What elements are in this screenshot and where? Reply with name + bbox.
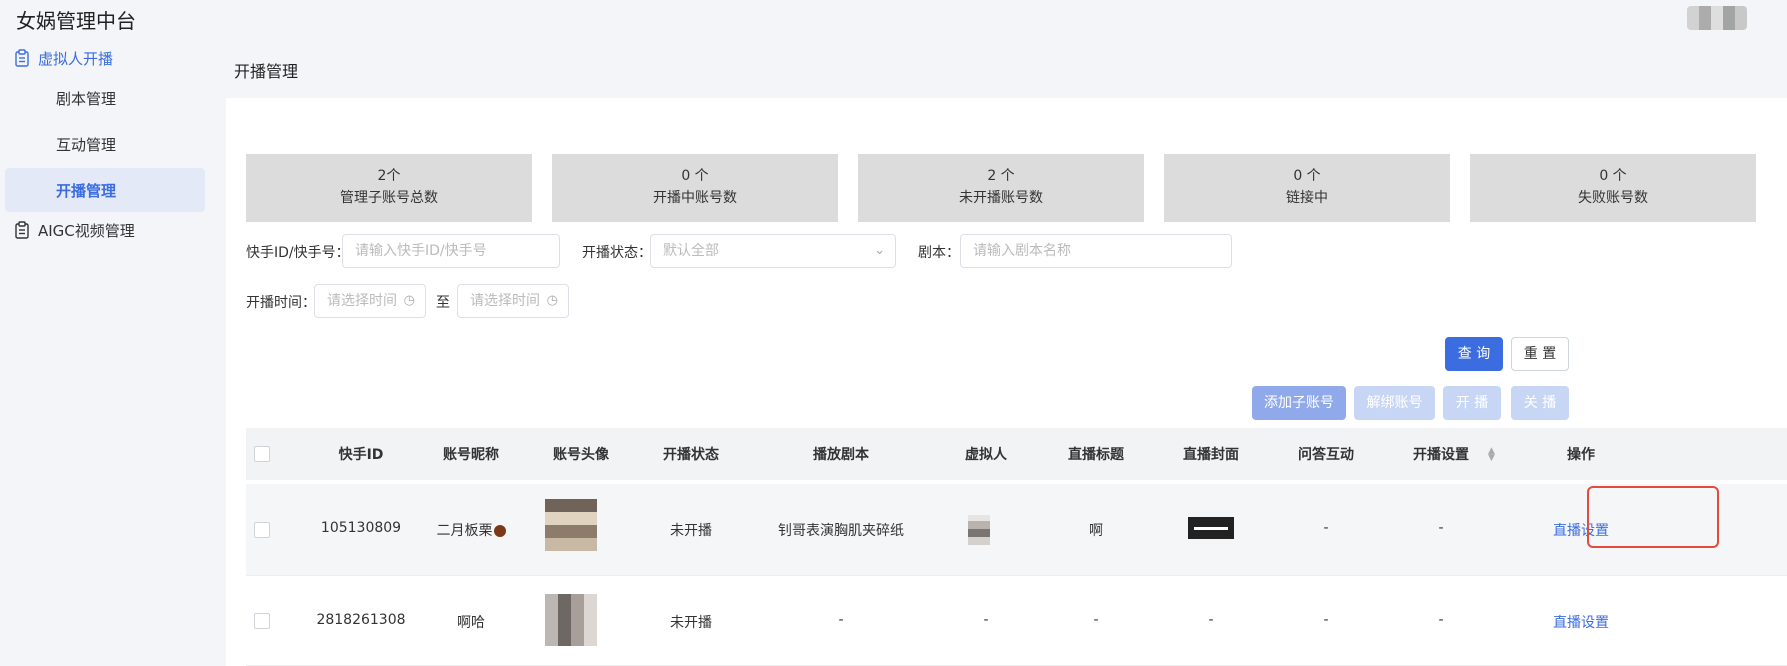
time-start-picker[interactable]: 请选择时间 ◷ xyxy=(314,284,426,318)
cell-live-title: 啊 xyxy=(1089,523,1103,539)
cell-kuaishou-id: 2818261308 xyxy=(316,612,406,628)
stat-card-failed: 0 个 失败账号数 xyxy=(1470,154,1756,222)
avatar xyxy=(545,594,597,646)
th-virtual-human: 虚拟人 xyxy=(965,447,1007,463)
th-qa: 问答互动 xyxy=(1298,447,1354,463)
table-row: 2818261308 啊哈 未开播 - - - - - - 直播设置 xyxy=(246,576,1787,666)
stat-label: 未开播账号数 xyxy=(959,190,1043,206)
stat-value: 0 个 xyxy=(1293,168,1321,184)
cell-live-status: 未开播 xyxy=(670,615,712,631)
stat-card-total: 2个 管理子账号总数 xyxy=(246,154,532,222)
stat-value: 0 个 xyxy=(1599,168,1627,184)
query-button[interactable]: 查 询 xyxy=(1445,337,1503,371)
cell-live-title: - xyxy=(1093,612,1099,628)
cell-live-status: 未开播 xyxy=(670,523,712,539)
chevron-down-icon: ⌄ xyxy=(874,243,885,258)
stat-card-live: 0 个 开播中账号数 xyxy=(552,154,838,222)
sort-icon[interactable]: ▲ ▼ xyxy=(1488,447,1495,463)
row-checkbox[interactable] xyxy=(254,613,270,629)
live-cover-thumb xyxy=(1188,517,1234,539)
cell-qa: - xyxy=(1323,612,1329,628)
live-settings-link[interactable]: 直播设置 xyxy=(1516,612,1646,632)
sidebar-group-aigc[interactable]: AIGC视频管理 xyxy=(14,208,135,252)
sidebar-group-virtual-live[interactable]: 虚拟人开播 xyxy=(14,36,113,80)
row-checkbox[interactable] xyxy=(254,522,270,538)
nickname-text: 二月板栗 xyxy=(436,523,493,539)
sidebar-item-label: 互动管理 xyxy=(56,135,117,154)
virtual-human-thumb xyxy=(968,515,990,545)
live-status-select[interactable]: 默认全部 ⌄ xyxy=(650,234,896,268)
sidebar-item-script[interactable]: 剧本管理 xyxy=(56,76,116,120)
cell-qa: - xyxy=(1323,520,1329,536)
kuaishou-id-input[interactable]: 请输入快手ID/快手号 xyxy=(342,234,560,268)
sidebar: 虚拟人开播 剧本管理 互动管理 开播管理 AIGC视频管理 xyxy=(0,40,210,666)
time-start-placeholder: 请选择时间 xyxy=(327,293,397,309)
sidebar-item-interaction[interactable]: 互动管理 xyxy=(56,122,116,166)
time-separator: 至 xyxy=(436,295,450,311)
filter-id-label: 快手ID/快手号： xyxy=(246,245,350,261)
table-header: 快手ID 账号昵称 账号头像 开播状态 播放剧本 虚拟人 直播标题 直播封面 问… xyxy=(246,428,1787,480)
th-avatar: 账号头像 xyxy=(553,447,609,463)
cell-script: 钊哥表演胸肌夹碎纸 xyxy=(778,523,904,539)
cell-script: - xyxy=(838,612,844,628)
user-avatar[interactable] xyxy=(1687,6,1747,30)
cell-nickname: 二月板栗 xyxy=(416,520,526,540)
th-live-status: 开播状态 xyxy=(663,447,719,463)
cell-live-setting: - xyxy=(1438,612,1444,628)
page-title: 开播管理 xyxy=(234,62,299,81)
table-row: 105130809 二月板栗 未开播 钊哥表演胸肌夹碎纸 啊 - - 直播设置 xyxy=(246,484,1787,576)
sidebar-item-live-manage[interactable]: 开播管理 xyxy=(5,168,205,212)
th-nickname: 账号昵称 xyxy=(443,447,499,463)
stat-value: 0 个 xyxy=(681,168,709,184)
app-title: 女娲管理中台 xyxy=(16,9,136,33)
sidebar-group-label: AIGC视频管理 xyxy=(38,221,135,240)
stat-label: 管理子账号总数 xyxy=(340,190,438,206)
th-actions: 操作 xyxy=(1567,447,1595,463)
cell-kuaishou-id: 105130809 xyxy=(320,520,402,536)
th-script: 播放剧本 xyxy=(813,447,869,463)
stat-value: 2个 xyxy=(377,168,401,184)
reset-button[interactable]: 重 置 xyxy=(1511,337,1569,371)
live-status-value: 默认全部 xyxy=(663,243,719,259)
time-end-placeholder: 请选择时间 xyxy=(470,293,540,309)
sidebar-item-label: 开播管理 xyxy=(56,181,117,200)
clipboard-icon xyxy=(15,221,29,239)
cell-virtual-human: - xyxy=(983,612,989,628)
filter-status-label: 开播状态： xyxy=(582,245,652,261)
stat-label: 失败账号数 xyxy=(1578,190,1648,206)
add-sub-account-button[interactable]: 添加子账号 xyxy=(1252,386,1346,420)
stat-card-not-live: 2 个 未开播账号数 xyxy=(858,154,1144,222)
stat-label: 链接中 xyxy=(1286,190,1328,206)
filter-time-label: 开播时间： xyxy=(246,295,316,311)
sidebar-group-label: 虚拟人开播 xyxy=(38,49,114,68)
clipboard-icon xyxy=(15,49,29,67)
stat-label: 开播中账号数 xyxy=(653,190,737,206)
clock-icon: ◷ xyxy=(546,293,558,308)
script-name-input[interactable]: 请输入剧本名称 xyxy=(960,234,1232,268)
top-bar: 女娲管理中台 xyxy=(0,0,1787,40)
filter-script-label: 剧本： xyxy=(918,245,960,261)
stop-live-button[interactable]: 关 播 xyxy=(1511,386,1569,420)
cell-live-setting: - xyxy=(1438,520,1444,536)
stat-card-linking: 0 个 链接中 xyxy=(1164,154,1450,222)
cell-live-cover: - xyxy=(1208,612,1214,628)
chestnut-icon xyxy=(493,525,506,537)
th-live-title: 直播标题 xyxy=(1068,447,1124,463)
start-live-button[interactable]: 开 播 xyxy=(1443,386,1501,420)
unbind-account-button[interactable]: 解绑账号 xyxy=(1354,386,1435,420)
sidebar-item-label: 剧本管理 xyxy=(56,89,117,108)
cell-nickname: 啊哈 xyxy=(457,615,485,631)
highlight-box xyxy=(1587,486,1719,548)
time-end-picker[interactable]: 请选择时间 ◷ xyxy=(457,284,569,318)
clock-icon: ◷ xyxy=(403,293,415,308)
th-kuaishou-id: 快手ID xyxy=(338,447,384,463)
avatar xyxy=(545,499,597,551)
th-live-cover: 直播封面 xyxy=(1183,447,1239,463)
select-all-checkbox[interactable] xyxy=(254,446,270,462)
stat-value: 2 个 xyxy=(987,168,1015,184)
th-live-setting: 开播设置 xyxy=(1413,447,1469,463)
